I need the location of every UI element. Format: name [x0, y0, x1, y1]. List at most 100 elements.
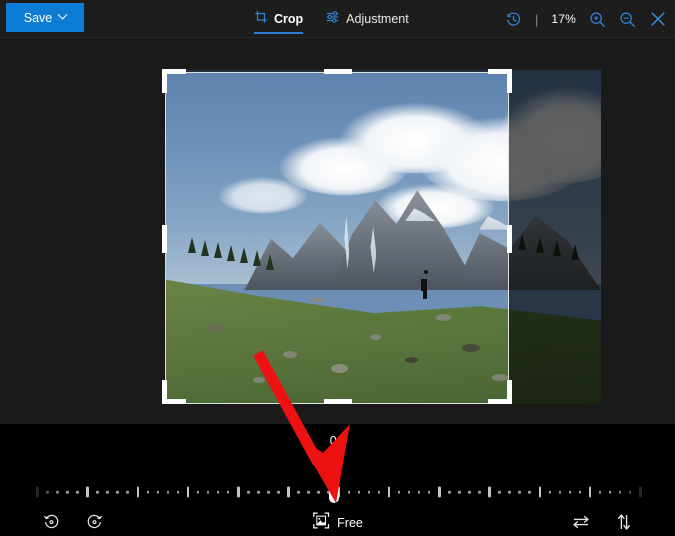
slider-tick-major [588, 486, 592, 498]
close-icon[interactable] [649, 10, 667, 28]
slider-tick-minor [578, 490, 582, 494]
slider-tick-major [237, 486, 240, 498]
slider-tick-minor [407, 490, 411, 494]
slider-tick-minor [247, 490, 250, 494]
save-button[interactable]: Save [6, 3, 84, 32]
slider-tick-minor [528, 490, 531, 494]
crop-handle-top-left-v[interactable] [162, 69, 167, 93]
rotation-angle-label: 0 ° [329, 434, 346, 448]
crop-handle-left-center[interactable] [162, 225, 167, 253]
slider-tick-minor [558, 490, 562, 494]
zoom-in-icon[interactable] [589, 11, 606, 28]
slider-tick-minor [608, 490, 612, 494]
crop-handle-bottom-right-v[interactable] [507, 380, 512, 404]
slider-tick-minor [458, 490, 461, 494]
slider-tick-major [538, 486, 541, 498]
slider-tick-minor [307, 490, 310, 494]
slider-tick-minor [317, 490, 320, 494]
crop-handle-top-center[interactable] [324, 69, 352, 74]
toolbar: Save Crop Adjustment | 17% [0, 0, 675, 38]
toolbar-right-group: | 17% [505, 0, 667, 38]
slider-tick-minor [297, 490, 300, 494]
slider-tick-minor [568, 490, 572, 494]
slider-tick-minor [267, 490, 270, 494]
slider-tick-minor [448, 490, 451, 494]
bottom-controls: 0 ° Free [0, 424, 675, 536]
crop-handle-bottom-center[interactable] [324, 399, 352, 404]
slider-tick-minor [377, 490, 381, 494]
slider-tick-minor [56, 490, 59, 494]
crop-region[interactable] [166, 73, 508, 403]
slider-tick-minor [176, 490, 180, 494]
slider-tick-minor [146, 490, 150, 494]
tab-adjustment-label: Adjustment [346, 12, 409, 26]
slider-tick-minor [347, 490, 351, 494]
editor-canvas [0, 38, 675, 424]
flip-group [571, 512, 633, 532]
slider-tick-minor [618, 490, 622, 494]
chevron-down-icon [57, 9, 68, 20]
slider-tick-major [438, 486, 441, 498]
slider-tick-minor [156, 490, 160, 494]
slider-tick-minor [498, 490, 501, 494]
slider-tick-minor [598, 490, 602, 494]
tab-adjustment[interactable]: Adjustment [323, 0, 411, 38]
slider-tick-minor [478, 490, 481, 494]
aspect-ratio-button[interactable]: Free [312, 512, 363, 534]
slider-tick-minor [66, 490, 69, 494]
crop-handle-right-center[interactable] [507, 225, 512, 253]
rotate-left-icon[interactable] [42, 512, 61, 531]
slider-tick-minor [216, 490, 220, 494]
tab-crop-label: Crop [274, 12, 304, 26]
slider-tick-minor [397, 490, 401, 494]
slider-tick-minor [357, 490, 361, 494]
aspect-ratio-icon [312, 512, 329, 534]
slider-tick-minor [628, 490, 632, 494]
slider-tick-minor [518, 490, 521, 494]
slider-tick-minor [257, 490, 260, 494]
sliders-icon [325, 10, 340, 29]
slider-tick-major [86, 486, 89, 498]
zoom-out-icon[interactable] [619, 11, 636, 28]
flip-horizontal-icon[interactable] [571, 513, 591, 531]
slider-tick-major [36, 486, 39, 498]
slider-tick-minor [96, 490, 99, 494]
slider-tick-minor [508, 490, 511, 494]
rotate-group [42, 512, 104, 531]
slider-tick-minor [196, 490, 200, 494]
slider-tick-minor [206, 490, 210, 494]
crop-handle-top-right-v[interactable] [507, 69, 512, 93]
rotation-slider[interactable] [36, 481, 642, 503]
rotate-right-icon[interactable] [85, 512, 104, 531]
slider-tick-minor [226, 490, 230, 494]
photo-container[interactable] [162, 69, 601, 404]
slider-tick-major [387, 486, 391, 498]
slider-tick-minor [367, 490, 371, 494]
flip-vertical-icon[interactable] [615, 512, 633, 532]
history-reset-icon[interactable] [505, 11, 522, 28]
tab-group: Crop Adjustment [252, 0, 411, 38]
slider-tick-minor [468, 490, 471, 494]
slider-tick-minor [417, 490, 421, 494]
toolbar-divider: | [534, 11, 539, 27]
crop-icon [254, 10, 268, 29]
slider-tick-minor [116, 490, 119, 494]
photo-editor-window: Save Crop Adjustment | 17% 0 ° Free [0, 0, 675, 536]
slider-tick-minor [427, 490, 431, 494]
aspect-ratio-label: Free [337, 516, 363, 530]
slider-tick-minor [46, 490, 49, 494]
save-button-label: Save [23, 10, 53, 25]
slider-tick-minor [126, 490, 129, 494]
slider-tick-major [287, 486, 290, 498]
zoom-level-label: 17% [551, 12, 576, 26]
slider-tick-minor [548, 490, 552, 494]
landscape-scene-cropped [166, 73, 508, 403]
slider-tick-major [186, 486, 190, 498]
rotation-slider-thumb[interactable] [329, 481, 340, 503]
crop-handle-bottom-left-v[interactable] [162, 380, 167, 404]
slider-tick-minor [277, 490, 280, 494]
slider-tick-major [136, 486, 139, 498]
slider-tick-major [639, 486, 642, 498]
tab-crop[interactable]: Crop [252, 0, 305, 38]
tool-row: Free [0, 512, 675, 536]
